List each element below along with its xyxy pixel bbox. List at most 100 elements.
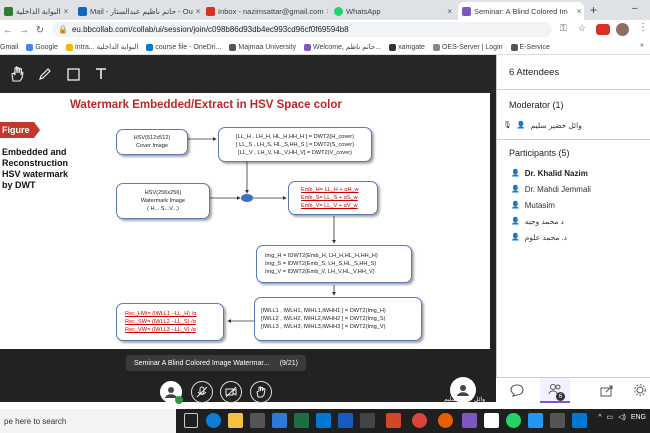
powerpoint-icon[interactable] xyxy=(386,413,401,428)
reload-button[interactable]: ↻ xyxy=(32,25,48,36)
attendees-tab[interactable]: 6 xyxy=(540,378,570,403)
app-icon[interactable] xyxy=(528,413,543,428)
attendees-header: 6 Attendees xyxy=(509,67,560,78)
edge-icon[interactable] xyxy=(206,413,221,428)
gmail-icon xyxy=(206,6,215,16)
system-tray: ^ ▭ ◁) ENG xyxy=(598,413,646,422)
chrome-icon[interactable] xyxy=(412,413,427,428)
dwt-line: [LL_H , LH_H, HL_H,HH_H ] = DWT2(H_cover… xyxy=(236,133,354,140)
bookmark-welcome[interactable]: Welcome, حاتم ناظم... xyxy=(303,43,382,51)
text-tool[interactable] xyxy=(90,63,112,85)
globe-icon xyxy=(432,43,440,51)
shape-tool[interactable] xyxy=(62,63,84,85)
back-button[interactable]: ← xyxy=(0,25,16,36)
bookmark-intranet[interactable]: Intra... البوابة الداخلية xyxy=(65,43,138,51)
mail-icon[interactable] xyxy=(272,413,287,428)
avatar[interactable] xyxy=(616,23,629,36)
camera-button[interactable] xyxy=(220,381,242,403)
dwt-line: [LL_V , LH_V, HL_V,HH_V] = DWT2(V_cover) xyxy=(238,149,352,156)
url-input[interactable]: 🔒 eu.bbcollab.com/collab/ui/session/join… xyxy=(52,22,552,37)
bookmark-eservice[interactable]: E-Service xyxy=(510,43,550,51)
bookmark-oes[interactable]: OES-Server | Login xyxy=(432,43,503,51)
volume-icon[interactable]: ◁) xyxy=(618,413,626,421)
new-tab-button[interactable]: + xyxy=(590,3,597,17)
star-icon[interactable]: ☆ xyxy=(578,23,586,34)
blackboard-icon xyxy=(303,43,311,51)
cover-label: Cover Image xyxy=(135,143,169,149)
store-icon[interactable] xyxy=(250,413,265,428)
tab-whatsapp[interactable]: WhatsApp × xyxy=(330,2,456,20)
rec-line: Rec_VW= (IWLL3 –LL_V) /α xyxy=(125,327,196,333)
attendee-row[interactable]: 👤 Dr. Khalid Nazim xyxy=(511,167,588,179)
shared-slide: Watermark Embedded/Extract in HSV Space … xyxy=(0,93,490,349)
key-icon[interactable]: ⚿ xyxy=(560,23,567,34)
close-icon[interactable]: × xyxy=(64,7,69,16)
extension-icon[interactable] xyxy=(596,24,610,35)
chevron-up-icon[interactable]: ^ xyxy=(598,414,601,421)
firefox-icon[interactable] xyxy=(438,413,453,428)
attendee-row[interactable]: 👤 د. محمد علوم xyxy=(511,231,567,243)
taskbar-search[interactable]: pe here to search xyxy=(0,409,176,433)
attendees-panel: 6 Attendees Moderator (1) 🎙 👤 وائل خضير … xyxy=(496,55,650,402)
cover-size: HSV(512x512) xyxy=(133,135,171,141)
excel-icon[interactable] xyxy=(294,413,309,428)
user-icon: 👤 xyxy=(511,170,520,177)
network-icon[interactable]: ▭ xyxy=(606,413,613,421)
bookmarks-more[interactable]: » xyxy=(640,42,644,49)
attendee-row[interactable]: 👤 د محمد وجيه xyxy=(511,215,564,227)
bookmark-onedrive[interactable]: course file - OneDri... xyxy=(146,43,221,51)
language-indicator[interactable]: ENG xyxy=(631,414,646,421)
attendee-row[interactable]: 👤 Dr. Mahdi Jemmali xyxy=(511,183,591,195)
forward-button[interactable]: → xyxy=(16,25,32,36)
minimize-button[interactable]: – xyxy=(632,3,638,14)
mail-icon[interactable] xyxy=(484,413,499,428)
tab-seminar[interactable]: Seminar: A Blind Colored Im × xyxy=(458,2,584,20)
raise-hand-button[interactable] xyxy=(250,381,272,403)
tab-outlook[interactable]: Mail - حاتم ناظيم عبدالستار - Ou × xyxy=(74,2,200,20)
pointer-tool[interactable] xyxy=(6,63,28,85)
tab-strip: البوابة الداخلية × Mail - حاتم ناظيم عبد… xyxy=(0,0,650,20)
tab-intranet[interactable]: البوابة الداخلية × xyxy=(0,2,72,20)
attendee-name: وائل خضير سليم xyxy=(530,120,582,130)
my-status-button[interactable] xyxy=(160,381,183,404)
attendee-row[interactable]: 🎙 👤 وائل خضير سليم xyxy=(503,119,582,131)
app-icon[interactable] xyxy=(550,413,565,428)
close-icon[interactable]: × xyxy=(327,7,328,16)
bookmark-label: Welcome, حاتم ناظم... xyxy=(312,44,382,51)
hand-icon xyxy=(256,386,266,398)
close-icon[interactable]: × xyxy=(447,7,452,16)
bookmark-google[interactable]: Google xyxy=(26,43,58,51)
share-tab[interactable] xyxy=(600,384,614,399)
word-icon[interactable] xyxy=(338,413,353,428)
attendee-name: د. محمد علوم xyxy=(524,232,567,242)
bookmark-gmail[interactable]: Gmail xyxy=(0,44,18,51)
cloud-icon xyxy=(146,43,154,51)
app-icon[interactable] xyxy=(462,413,477,428)
attendee-row[interactable]: 👤 Mutasim xyxy=(511,199,555,211)
embed-line: Emb_V= LL_V + αV_w xyxy=(301,203,358,209)
file-explorer-icon[interactable] xyxy=(228,413,243,428)
settings-tab[interactable] xyxy=(634,384,646,398)
user-icon: 👤 xyxy=(511,186,520,193)
app-icon[interactable] xyxy=(360,413,375,428)
chat-tab[interactable] xyxy=(510,384,524,399)
close-icon[interactable]: × xyxy=(577,7,582,16)
pen-tool[interactable] xyxy=(34,63,56,85)
menu-icon[interactable]: ⋮ xyxy=(638,22,648,33)
embed-line: Emb_S= LL_S + αS_w xyxy=(301,195,358,201)
slide-navigator[interactable]: Seminar A Blind Colored Image Watermar..… xyxy=(126,355,306,371)
task-view-icon[interactable] xyxy=(184,413,198,428)
tab-gmail[interactable]: Inbox - nazimsattar@gmail.com × xyxy=(202,2,328,20)
mute-button[interactable] xyxy=(191,381,213,403)
bookmark-label: OES-Server | Login xyxy=(441,43,503,51)
bookmark-majmaa[interactable]: Majmaa University xyxy=(229,43,296,51)
attendee-name: Dr. Mahdi Jemmali xyxy=(524,184,591,194)
app-icon[interactable] xyxy=(572,413,587,428)
outlook-icon[interactable] xyxy=(316,413,331,428)
close-icon[interactable]: × xyxy=(196,7,200,16)
watermark-label: Watermark Image xyxy=(140,198,186,204)
watermark-channels: ( H... S...V...) xyxy=(147,206,179,212)
bookmark-xamgate[interactable]: xamgate xyxy=(389,43,425,51)
watermark-image-box: HSV(256x256) Watermark Image ( H... S...… xyxy=(116,183,210,219)
whatsapp-icon[interactable] xyxy=(506,413,521,428)
